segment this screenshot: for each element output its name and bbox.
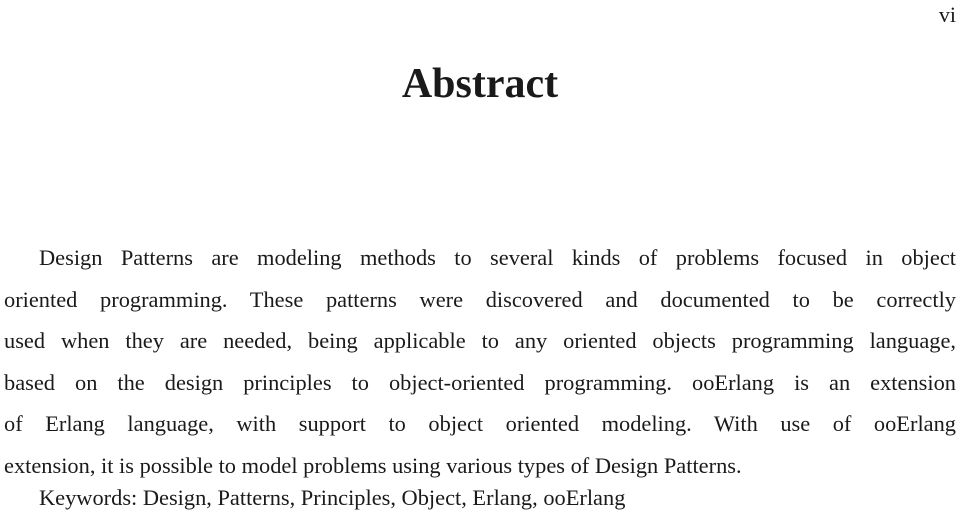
page-title: Abstract xyxy=(401,61,559,107)
abstract-line: used when they are needed, being applica… xyxy=(4,328,956,353)
abstract-line: of Erlang language, with support to obje… xyxy=(4,411,956,436)
abstract-line: based on the design principles to object… xyxy=(4,369,956,395)
abstract-line: extension, it is possible to model probl… xyxy=(4,452,742,478)
abstract-line: Design Patterns are modeling methods to … xyxy=(39,245,956,270)
page-number: vi xyxy=(938,2,956,27)
abstract-paragraph: Design Patterns are modeling methods to … xyxy=(4,237,956,486)
abstract-line: oriented programming. These patterns wer… xyxy=(4,286,956,312)
keywords: Keywords: Design, Patterns, Principles, … xyxy=(39,485,626,510)
